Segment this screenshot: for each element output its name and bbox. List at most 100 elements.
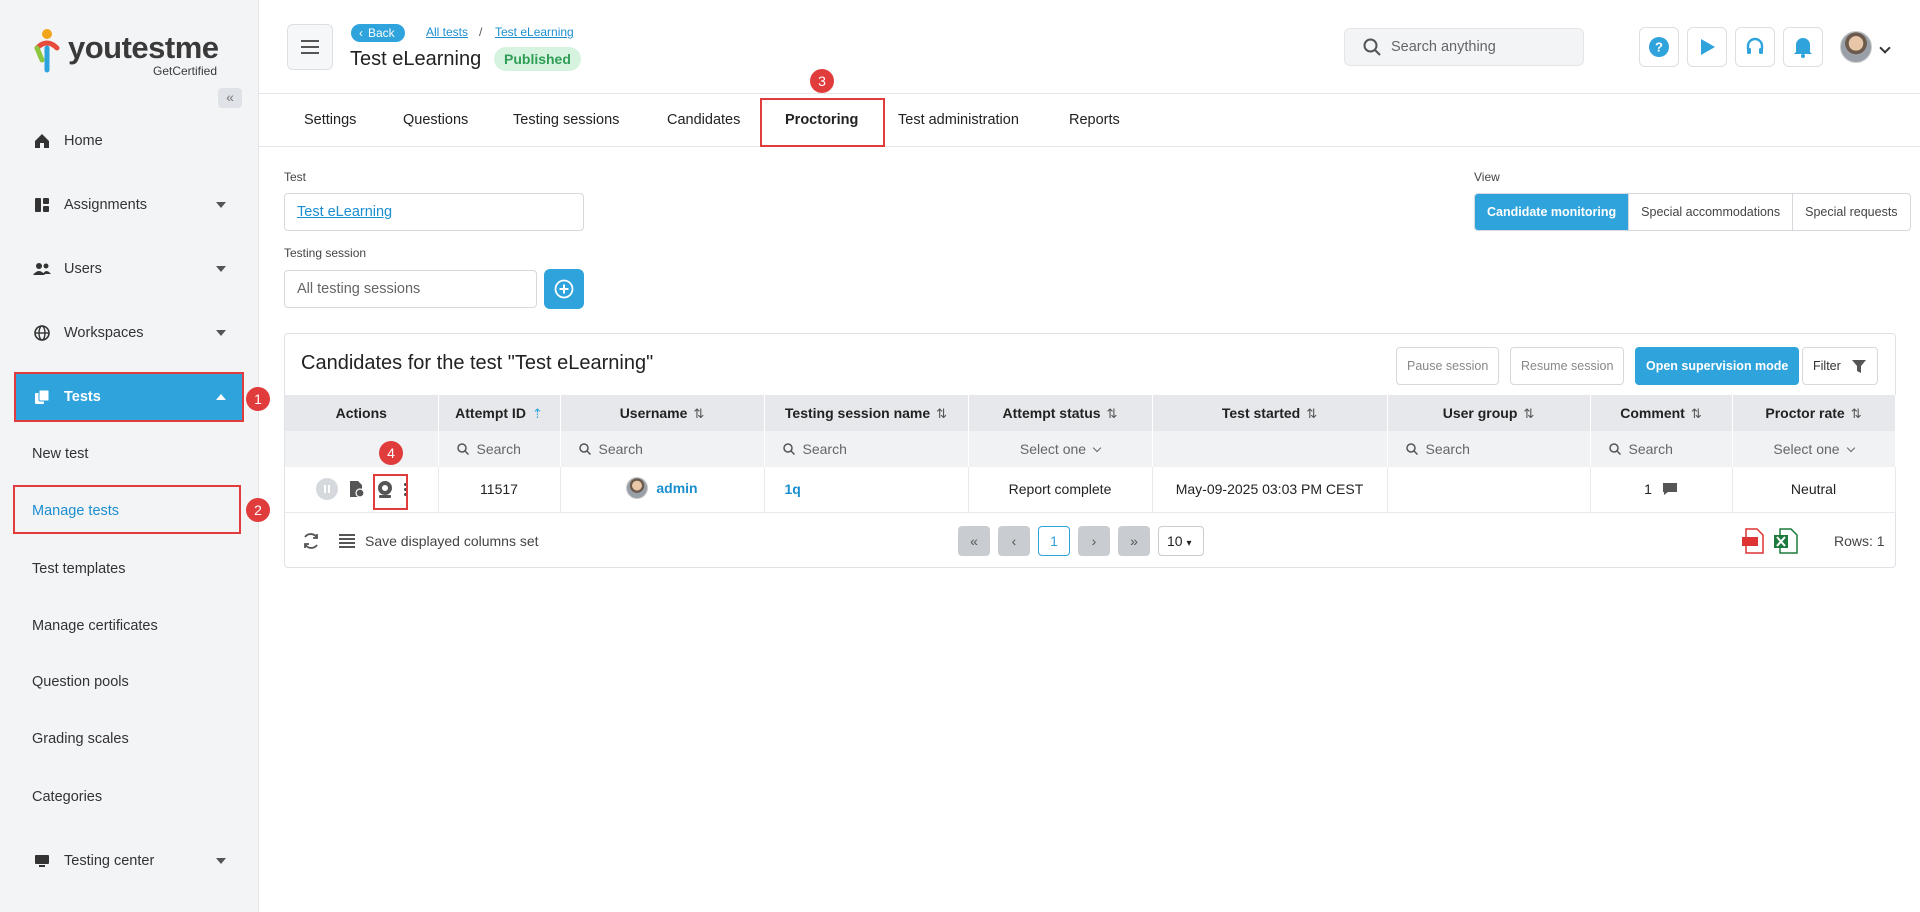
sidebar-subitem-grading-scales[interactable]: Grading scales (16, 716, 242, 762)
pause-icon[interactable] (315, 478, 338, 501)
session-link[interactable]: 1q (785, 481, 801, 497)
list-icon[interactable] (339, 534, 355, 548)
tab-test-administration[interactable]: Test administration (898, 94, 1019, 147)
chevron-down-icon (216, 202, 226, 208)
user-avatar[interactable] (1840, 31, 1872, 63)
help-button[interactable]: ? (1639, 27, 1679, 67)
users-icon (32, 260, 52, 278)
pause-session-button[interactable]: Pause session (1396, 347, 1500, 385)
sort-icon[interactable]: ⇅ (693, 406, 704, 421)
filter-button[interactable]: Filter (1802, 347, 1878, 385)
sort-icon[interactable]: ⇅ (1691, 406, 1702, 421)
support-button[interactable] (1735, 27, 1775, 67)
play-icon (1701, 39, 1715, 55)
chevron-down-icon (216, 266, 226, 272)
sort-icon[interactable]: ⇅ (1107, 406, 1118, 421)
col-proctor-rate[interactable]: Proctor rate ⇅ (1732, 395, 1896, 431)
cell-username[interactable]: admin (560, 467, 765, 513)
col-attempt-status[interactable]: Attempt status ⇅ (968, 395, 1153, 431)
filter-testing-session[interactable]: Search (764, 431, 969, 467)
rows-per-page-select[interactable]: 10 ▾ (1158, 526, 1204, 556)
more-options-icon[interactable] (403, 482, 407, 496)
sort-asc-icon[interactable]: ⇡ (532, 406, 543, 421)
document-user-icon[interactable] (346, 479, 366, 499)
webcam-icon[interactable] (374, 478, 396, 500)
sidebar-subitem-manage-tests[interactable]: Manage tests (16, 488, 242, 534)
refresh-icon[interactable] (301, 531, 321, 551)
search-placeholder: Search anything (1391, 39, 1496, 55)
notifications-button[interactable] (1783, 27, 1823, 67)
first-page-button[interactable]: « (958, 526, 990, 556)
last-page-button[interactable]: » (1118, 526, 1150, 556)
sidebar-subitem-categories[interactable]: Categories (16, 774, 242, 820)
col-attempt-id[interactable]: Attempt ID ⇡ (438, 395, 561, 431)
view-special-accommodations[interactable]: Special accommodations (1628, 194, 1793, 230)
sidebar-subitem-manage-certificates[interactable]: Manage certificates (16, 603, 242, 649)
prev-page-button[interactable]: ‹ (998, 526, 1030, 556)
filter-attempt-status[interactable]: Select one (968, 431, 1153, 467)
view-candidate-monitoring[interactable]: Candidate monitoring (1475, 194, 1629, 230)
tab-testing-sessions[interactable]: Testing sessions (513, 94, 619, 147)
open-supervision-mode-button[interactable]: Open supervision mode (1635, 347, 1800, 385)
sidebar-item-assignments[interactable]: Assignments (16, 182, 242, 228)
back-button[interactable]: ‹ Back (351, 24, 405, 42)
test-link-field[interactable]: Test eLearning (284, 193, 584, 231)
col-username[interactable]: Username ⇅ (560, 395, 765, 431)
resume-session-button[interactable]: Resume session (1510, 347, 1625, 385)
testing-session-select[interactable]: All testing sessions (284, 270, 537, 308)
cell-attempt-id: 11517 (438, 467, 561, 513)
brand-logo[interactable]: youtestme GetCertified (32, 24, 232, 78)
bell-icon (1794, 38, 1812, 58)
save-columns-link[interactable]: Save displayed columns set (365, 533, 539, 549)
view-special-requests[interactable]: Special requests (1792, 194, 1910, 230)
current-page-button[interactable]: 1 (1038, 526, 1070, 556)
tab-settings[interactable]: Settings (304, 94, 356, 147)
col-test-started[interactable]: Test started ⇅ (1152, 395, 1388, 431)
filter-proctor-rate[interactable]: Select one (1732, 431, 1896, 467)
cell-user-group (1387, 467, 1591, 513)
sort-icon[interactable]: ⇅ (1306, 406, 1317, 421)
sidebar-subitem-new-test[interactable]: New test (16, 431, 242, 477)
tab-reports[interactable]: Reports (1069, 94, 1120, 147)
cell-comment[interactable]: 1 (1590, 467, 1733, 513)
comment-count: 1 (1644, 481, 1652, 498)
tab-candidates[interactable]: Candidates (667, 94, 740, 147)
filter-comment[interactable]: Search (1590, 431, 1733, 467)
chevron-down-icon[interactable] (1879, 42, 1891, 54)
search-icon (1608, 443, 1621, 455)
col-user-group[interactable]: User group ⇅ (1387, 395, 1591, 431)
sidebar-item-home[interactable]: Home (16, 118, 242, 164)
sort-icon[interactable]: ⇅ (1851, 406, 1862, 421)
filter-username[interactable]: Search (560, 431, 765, 467)
sidebar-item-testing-center[interactable]: Testing center (16, 838, 242, 884)
sidebar-item-label: Workspaces (64, 325, 144, 341)
collapse-sidebar-button[interactable]: « (218, 88, 242, 108)
sidebar-subitem-question-pools[interactable]: Question pools (16, 659, 242, 705)
sidebar-item-users[interactable]: Users (16, 246, 242, 292)
play-button[interactable] (1687, 27, 1727, 67)
assignments-icon (32, 196, 52, 214)
next-page-button[interactable]: › (1078, 526, 1110, 556)
filter-attempt-id[interactable]: Search (438, 431, 561, 467)
menu-toggle-button[interactable] (287, 24, 333, 70)
filter-user-group[interactable]: Search (1387, 431, 1591, 467)
excel-export-icon[interactable] (1774, 528, 1798, 554)
col-comment[interactable]: Comment ⇅ (1590, 395, 1733, 431)
col-testing-session-name[interactable]: Testing session name ⇅ (764, 395, 969, 431)
comment-icon[interactable] (1662, 482, 1678, 496)
global-search-input[interactable]: Search anything (1344, 28, 1584, 66)
sidebar-subitem-test-templates[interactable]: Test templates (16, 546, 242, 592)
breadcrumb-all-tests[interactable]: All tests (426, 25, 468, 39)
add-session-button[interactable] (544, 269, 584, 309)
testing-session-label: Testing session (284, 246, 367, 260)
sidebar-item-tests[interactable]: Tests (16, 374, 242, 420)
tab-questions[interactable]: Questions (403, 94, 468, 147)
sort-icon[interactable]: ⇅ (1523, 406, 1534, 421)
tab-proctoring[interactable]: Proctoring (785, 94, 858, 147)
sort-icon[interactable]: ⇅ (936, 406, 947, 421)
sidebar-item-workspaces[interactable]: Workspaces (16, 310, 242, 356)
breadcrumb-test-elearning[interactable]: Test eLearning (495, 25, 574, 39)
username-link[interactable]: admin (656, 480, 697, 496)
cell-testing-session[interactable]: 1q (764, 467, 969, 513)
pdf-export-icon[interactable] (1742, 528, 1766, 554)
